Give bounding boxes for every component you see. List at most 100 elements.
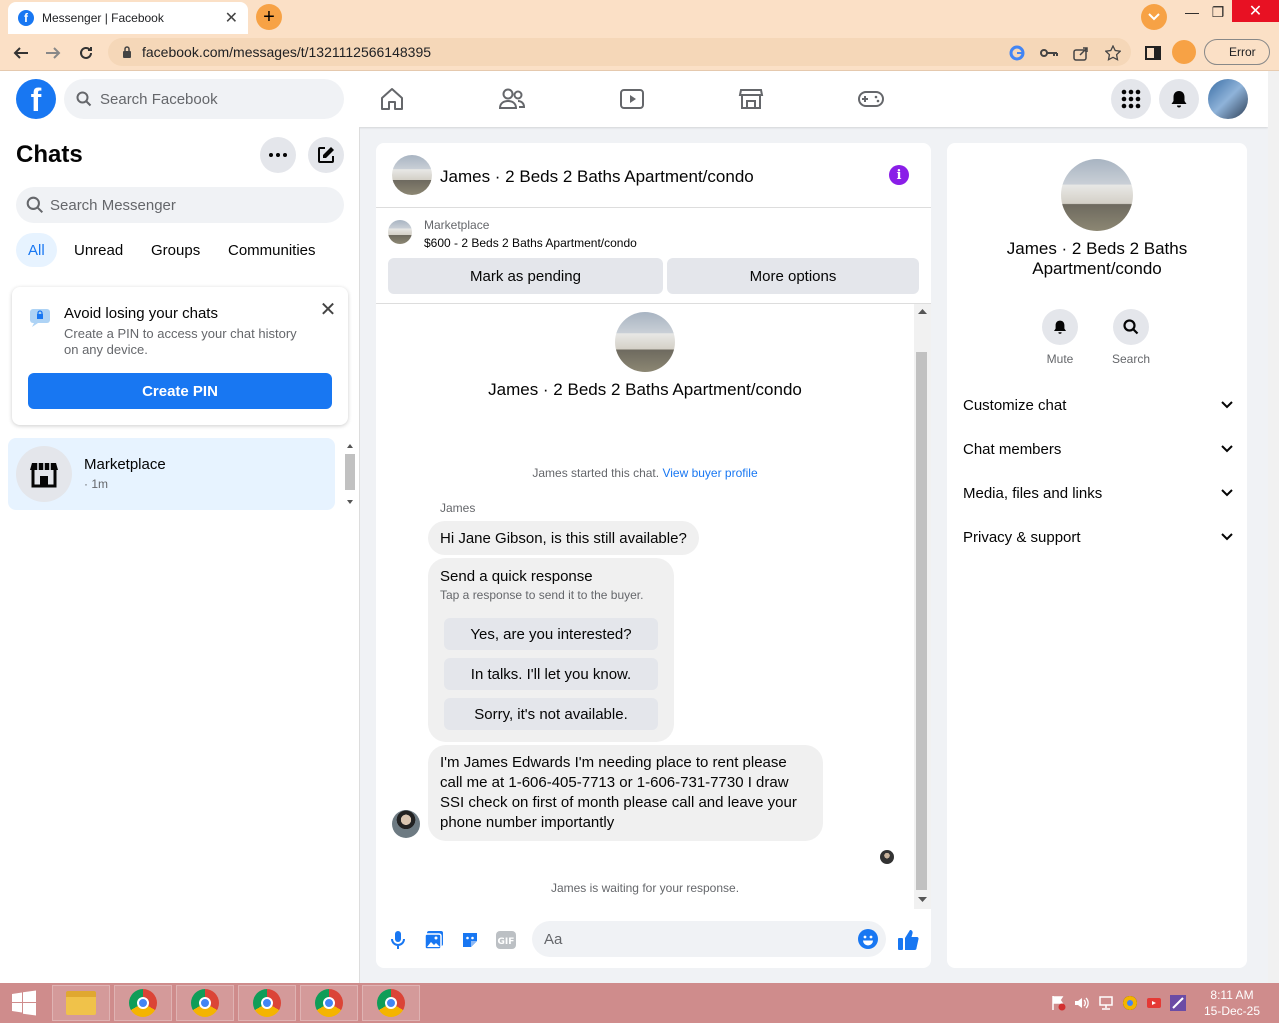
new-message-icon[interactable] <box>308 137 344 173</box>
microphone-icon[interactable] <box>387 929 409 951</box>
customize-chat-section[interactable]: Customize chat <box>963 385 1233 425</box>
message-list: James · 2 Beds 2 Baths Apartment/condo J… <box>376 304 914 909</box>
sticker-icon[interactable] <box>459 929 481 951</box>
more-options-icon[interactable] <box>260 137 296 173</box>
pin-reminder-card: Avoid losing your chats Create a PIN to … <box>12 287 348 425</box>
emoji-icon[interactable] <box>858 929 878 949</box>
sender-avatar[interactable] <box>392 810 420 838</box>
watch-icon[interactable] <box>608 81 656 117</box>
message-bubble[interactable]: Hi Jane Gibson, is this still available? <box>428 521 699 555</box>
error-button[interactable]: Error <box>1204 39 1270 65</box>
chevron-down-icon <box>1221 401 1233 409</box>
close-icon[interactable]: ✕ <box>318 299 338 321</box>
key-icon[interactable] <box>1040 44 1058 62</box>
tray-app-icon[interactable] <box>1146 995 1162 1011</box>
chat-list-item[interactable]: Marketplace · 1m <box>8 438 335 510</box>
tab-search-button[interactable] <box>1141 4 1167 30</box>
windows-start-icon[interactable] <box>0 983 48 1023</box>
filter-unread[interactable]: Unread <box>62 233 135 267</box>
section-label: Customize chat <box>963 396 1067 414</box>
action-center-flag-icon[interactable] <box>1050 995 1066 1011</box>
facebook-search-input[interactable]: Search Facebook <box>64 79 344 119</box>
messenger-search-input[interactable]: Search Messenger <box>16 187 344 223</box>
view-buyer-profile-link[interactable]: View buyer profile <box>662 466 757 480</box>
quick-reply-not-available[interactable]: Sorry, it's not available. <box>444 698 658 730</box>
google-icon[interactable] <box>1008 44 1026 62</box>
conversation-avatar[interactable] <box>392 155 432 195</box>
facebook-logo-icon[interactable]: f <box>16 79 56 119</box>
browser-tab[interactable]: f Messenger | Facebook ✕ <box>8 2 248 34</box>
pin-card-title: Avoid losing your chats <box>64 305 218 322</box>
account-avatar[interactable] <box>1208 79 1248 119</box>
volume-icon[interactable] <box>1074 995 1090 1011</box>
facebook-search-placeholder: Search Facebook <box>100 90 218 108</box>
reload-icon[interactable] <box>75 42 97 64</box>
marketplace-store-icon <box>16 446 72 502</box>
section-label: Chat members <box>963 440 1062 458</box>
clock-time: 8:11 AM <box>1210 988 1254 1002</box>
chat-list-scrollbar[interactable] <box>343 438 357 510</box>
side-panel-icon[interactable] <box>1144 44 1162 62</box>
browser-profile-icon[interactable] <box>1172 40 1196 64</box>
more-options-button[interactable]: More options <box>667 258 919 294</box>
home-icon[interactable] <box>368 81 416 117</box>
windows-taskbar: 8:11 AM 15-Dec-25 <box>0 983 1279 1023</box>
chat-members-section[interactable]: Chat members <box>963 429 1233 469</box>
mute-button[interactable]: Mute <box>1030 309 1090 366</box>
chrome-taskbar-icon[interactable] <box>238 985 296 1021</box>
friends-icon[interactable] <box>488 81 536 117</box>
conversation-title[interactable]: James · 2 Beds 2 Baths Apartment/condo <box>440 167 754 187</box>
chevron-down-icon <box>1221 489 1233 497</box>
network-icon[interactable] <box>1098 995 1114 1011</box>
tray-app-icon[interactable] <box>1122 995 1138 1011</box>
quick-reply-in-talks[interactable]: In talks. I'll let you know. <box>444 658 658 690</box>
minimize-button[interactable]: — <box>1178 2 1206 22</box>
listing-thumbnail[interactable] <box>388 220 412 244</box>
message-bubble[interactable]: I'm James Edwards I'm needing place to r… <box>428 745 823 841</box>
listing-source: Marketplace <box>424 218 490 232</box>
back-icon[interactable] <box>10 42 32 64</box>
new-tab-button[interactable]: + <box>256 4 282 30</box>
info-icon[interactable]: i <box>889 165 909 185</box>
menu-grid-icon[interactable] <box>1111 79 1151 119</box>
details-avatar[interactable] <box>1061 159 1133 231</box>
pen-icon[interactable] <box>1170 995 1186 1011</box>
privacy-support-section[interactable]: Privacy & support <box>963 517 1233 557</box>
conversation-header: James · 2 Beds 2 Baths Apartment/condo i <box>376 143 931 208</box>
message-input[interactable]: Aa <box>532 921 886 957</box>
quick-reply-interested[interactable]: Yes, are you interested? <box>444 618 658 650</box>
bookmark-star-icon[interactable] <box>1104 44 1122 62</box>
address-bar[interactable]: facebook.com/messages/t/1321112566148395 <box>108 38 1131 66</box>
maximize-button[interactable]: ❐ <box>1204 2 1232 22</box>
quick-response-subtitle: Tap a response to send it to the buyer. <box>440 588 644 602</box>
filter-groups[interactable]: Groups <box>139 233 212 267</box>
file-explorer-taskbar-icon[interactable] <box>52 985 110 1021</box>
filter-communities[interactable]: Communities <box>216 233 328 267</box>
thumbs-up-icon[interactable] <box>897 929 919 951</box>
mark-as-pending-button[interactable]: Mark as pending <box>388 258 663 294</box>
gaming-icon[interactable] <box>847 81 895 117</box>
chrome-taskbar-icon[interactable] <box>300 985 358 1021</box>
media-files-links-section[interactable]: Media, files and links <box>963 473 1233 513</box>
gif-icon[interactable]: GIF <box>495 929 517 951</box>
system-clock[interactable]: 8:11 AM 15-Dec-25 <box>1196 987 1268 1019</box>
share-icon[interactable] <box>1072 44 1090 62</box>
chrome-taskbar-icon[interactable] <box>176 985 234 1021</box>
chevron-down-icon <box>1221 445 1233 453</box>
photo-icon[interactable] <box>423 929 445 951</box>
listing-title[interactable]: $600 - 2 Beds 2 Baths Apartment/condo <box>424 236 637 250</box>
chevron-down-icon <box>1148 13 1160 21</box>
filter-all[interactable]: All <box>16 233 57 267</box>
scrollbar-thumb[interactable] <box>916 352 927 890</box>
message-list-scrollbar[interactable] <box>914 304 931 909</box>
create-pin-button[interactable]: Create PIN <box>28 373 332 409</box>
chrome-taskbar-icon[interactable] <box>362 985 420 1021</box>
search-in-conversation-button[interactable]: Search <box>1101 309 1161 366</box>
tab-close-icon[interactable]: ✕ <box>225 8 238 28</box>
page-scrollbar[interactable] <box>1268 71 1279 983</box>
notifications-bell-icon[interactable] <box>1159 79 1199 119</box>
window-close-button[interactable]: ✕ <box>1232 0 1279 22</box>
marketplace-icon[interactable] <box>727 81 775 117</box>
forward-icon[interactable] <box>42 42 64 64</box>
chrome-taskbar-icon[interactable] <box>114 985 172 1021</box>
